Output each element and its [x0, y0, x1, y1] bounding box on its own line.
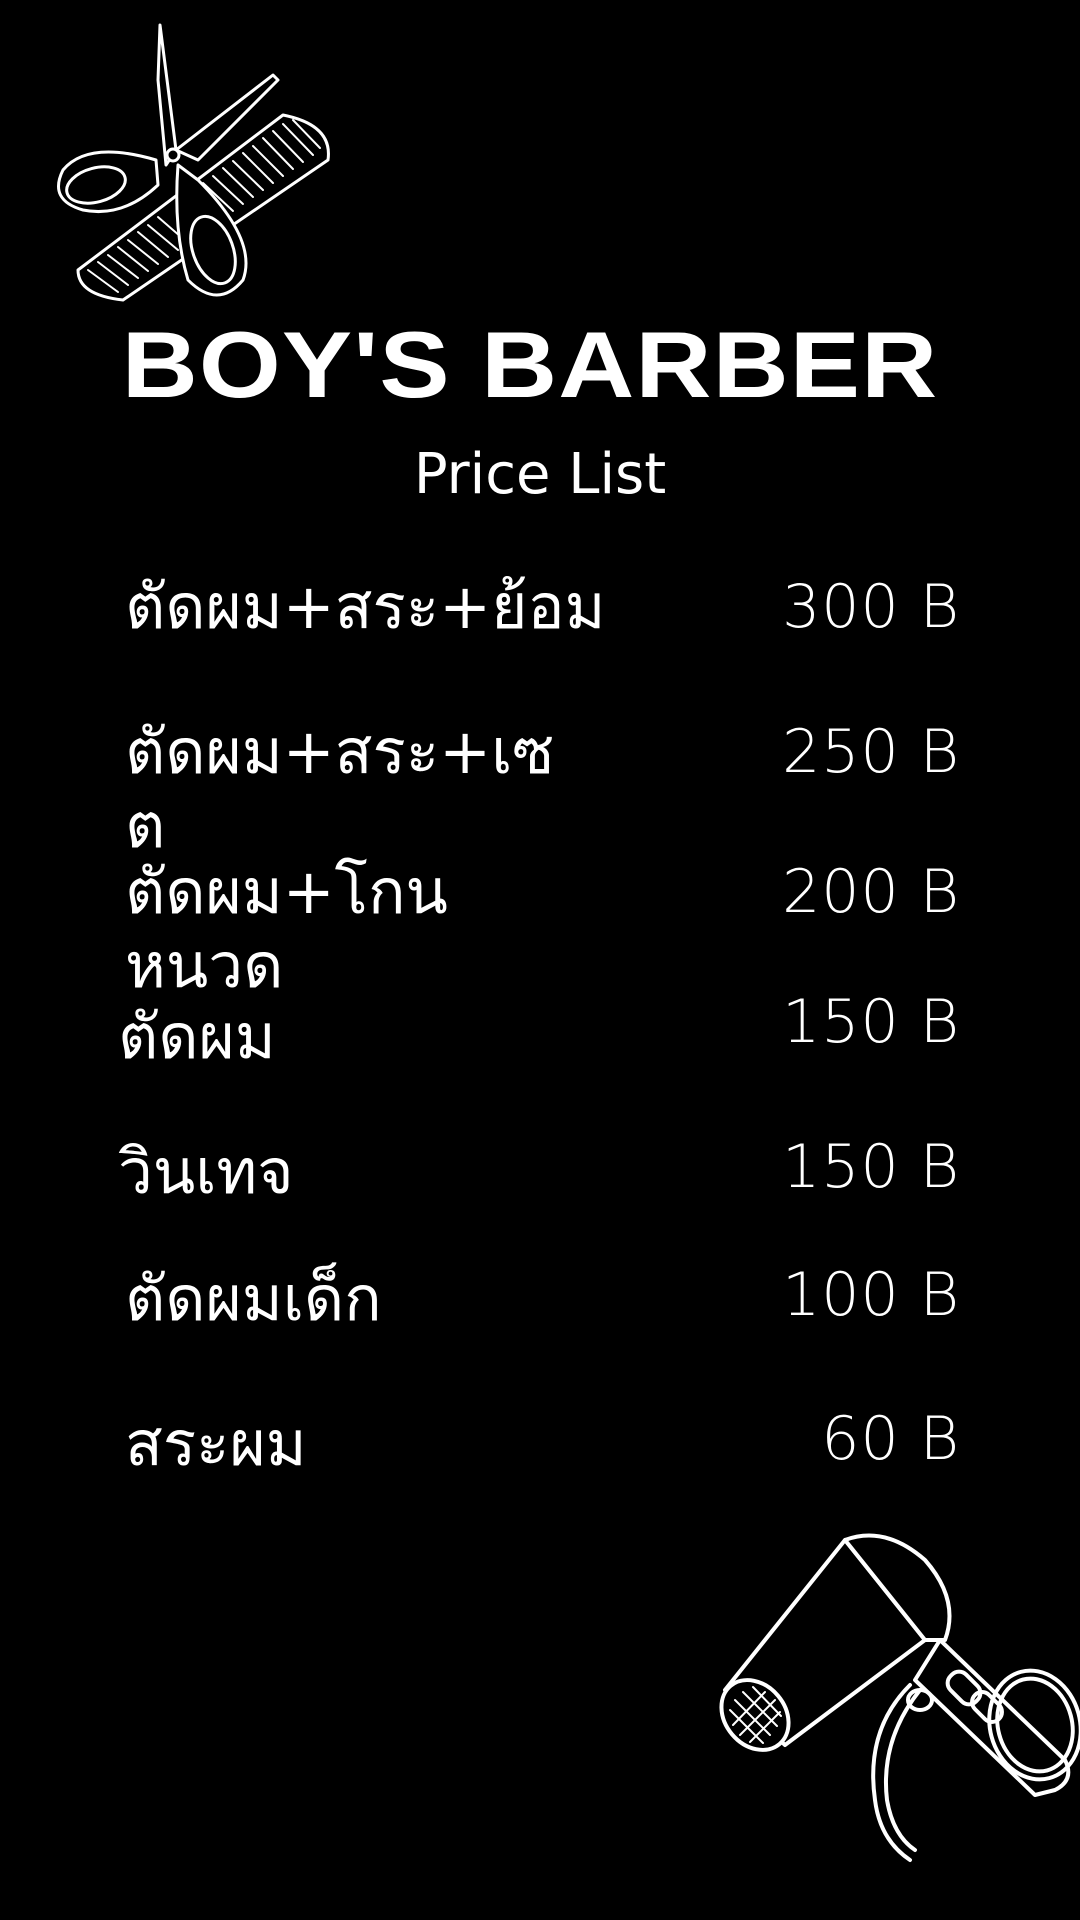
menu-item-name: ตัดผม+สระ+เซต [125, 715, 555, 862]
hair-dryer-icon [719, 1533, 1080, 1862]
menu-item-price: 150 B [782, 987, 960, 1057]
menu-item-name: ตัดผม+สระ+ย้อม [125, 570, 606, 643]
menu-item-price: 60 B [821, 1404, 960, 1474]
menu-item-name: สระผม [125, 1407, 307, 1480]
scissors-comb-icon [57, 23, 330, 302]
page-title: BOY'S BARBER [121, 312, 939, 417]
menu-item-name: ตัดผม [118, 1000, 276, 1073]
page-subtitle: Price List [413, 442, 667, 507]
menu-item-price: 200 B [782, 857, 960, 927]
menu-item-price: 300 B [782, 572, 960, 642]
menu-item-name: ตัดผม+โกนหนวด [125, 855, 448, 1002]
menu-item-price: 250 B [782, 717, 960, 787]
price-list-poster: BOY'S BARBER Price List ตัดผม+สระ+ย้อม 3… [0, 0, 1080, 1920]
menu-item-name: วินเทจ [118, 1135, 294, 1208]
menu-item-price: 100 B [782, 1260, 960, 1330]
menu-item-name: ตัดผมเด็ก [125, 1262, 382, 1335]
menu-item-price: 150 B [782, 1132, 960, 1202]
